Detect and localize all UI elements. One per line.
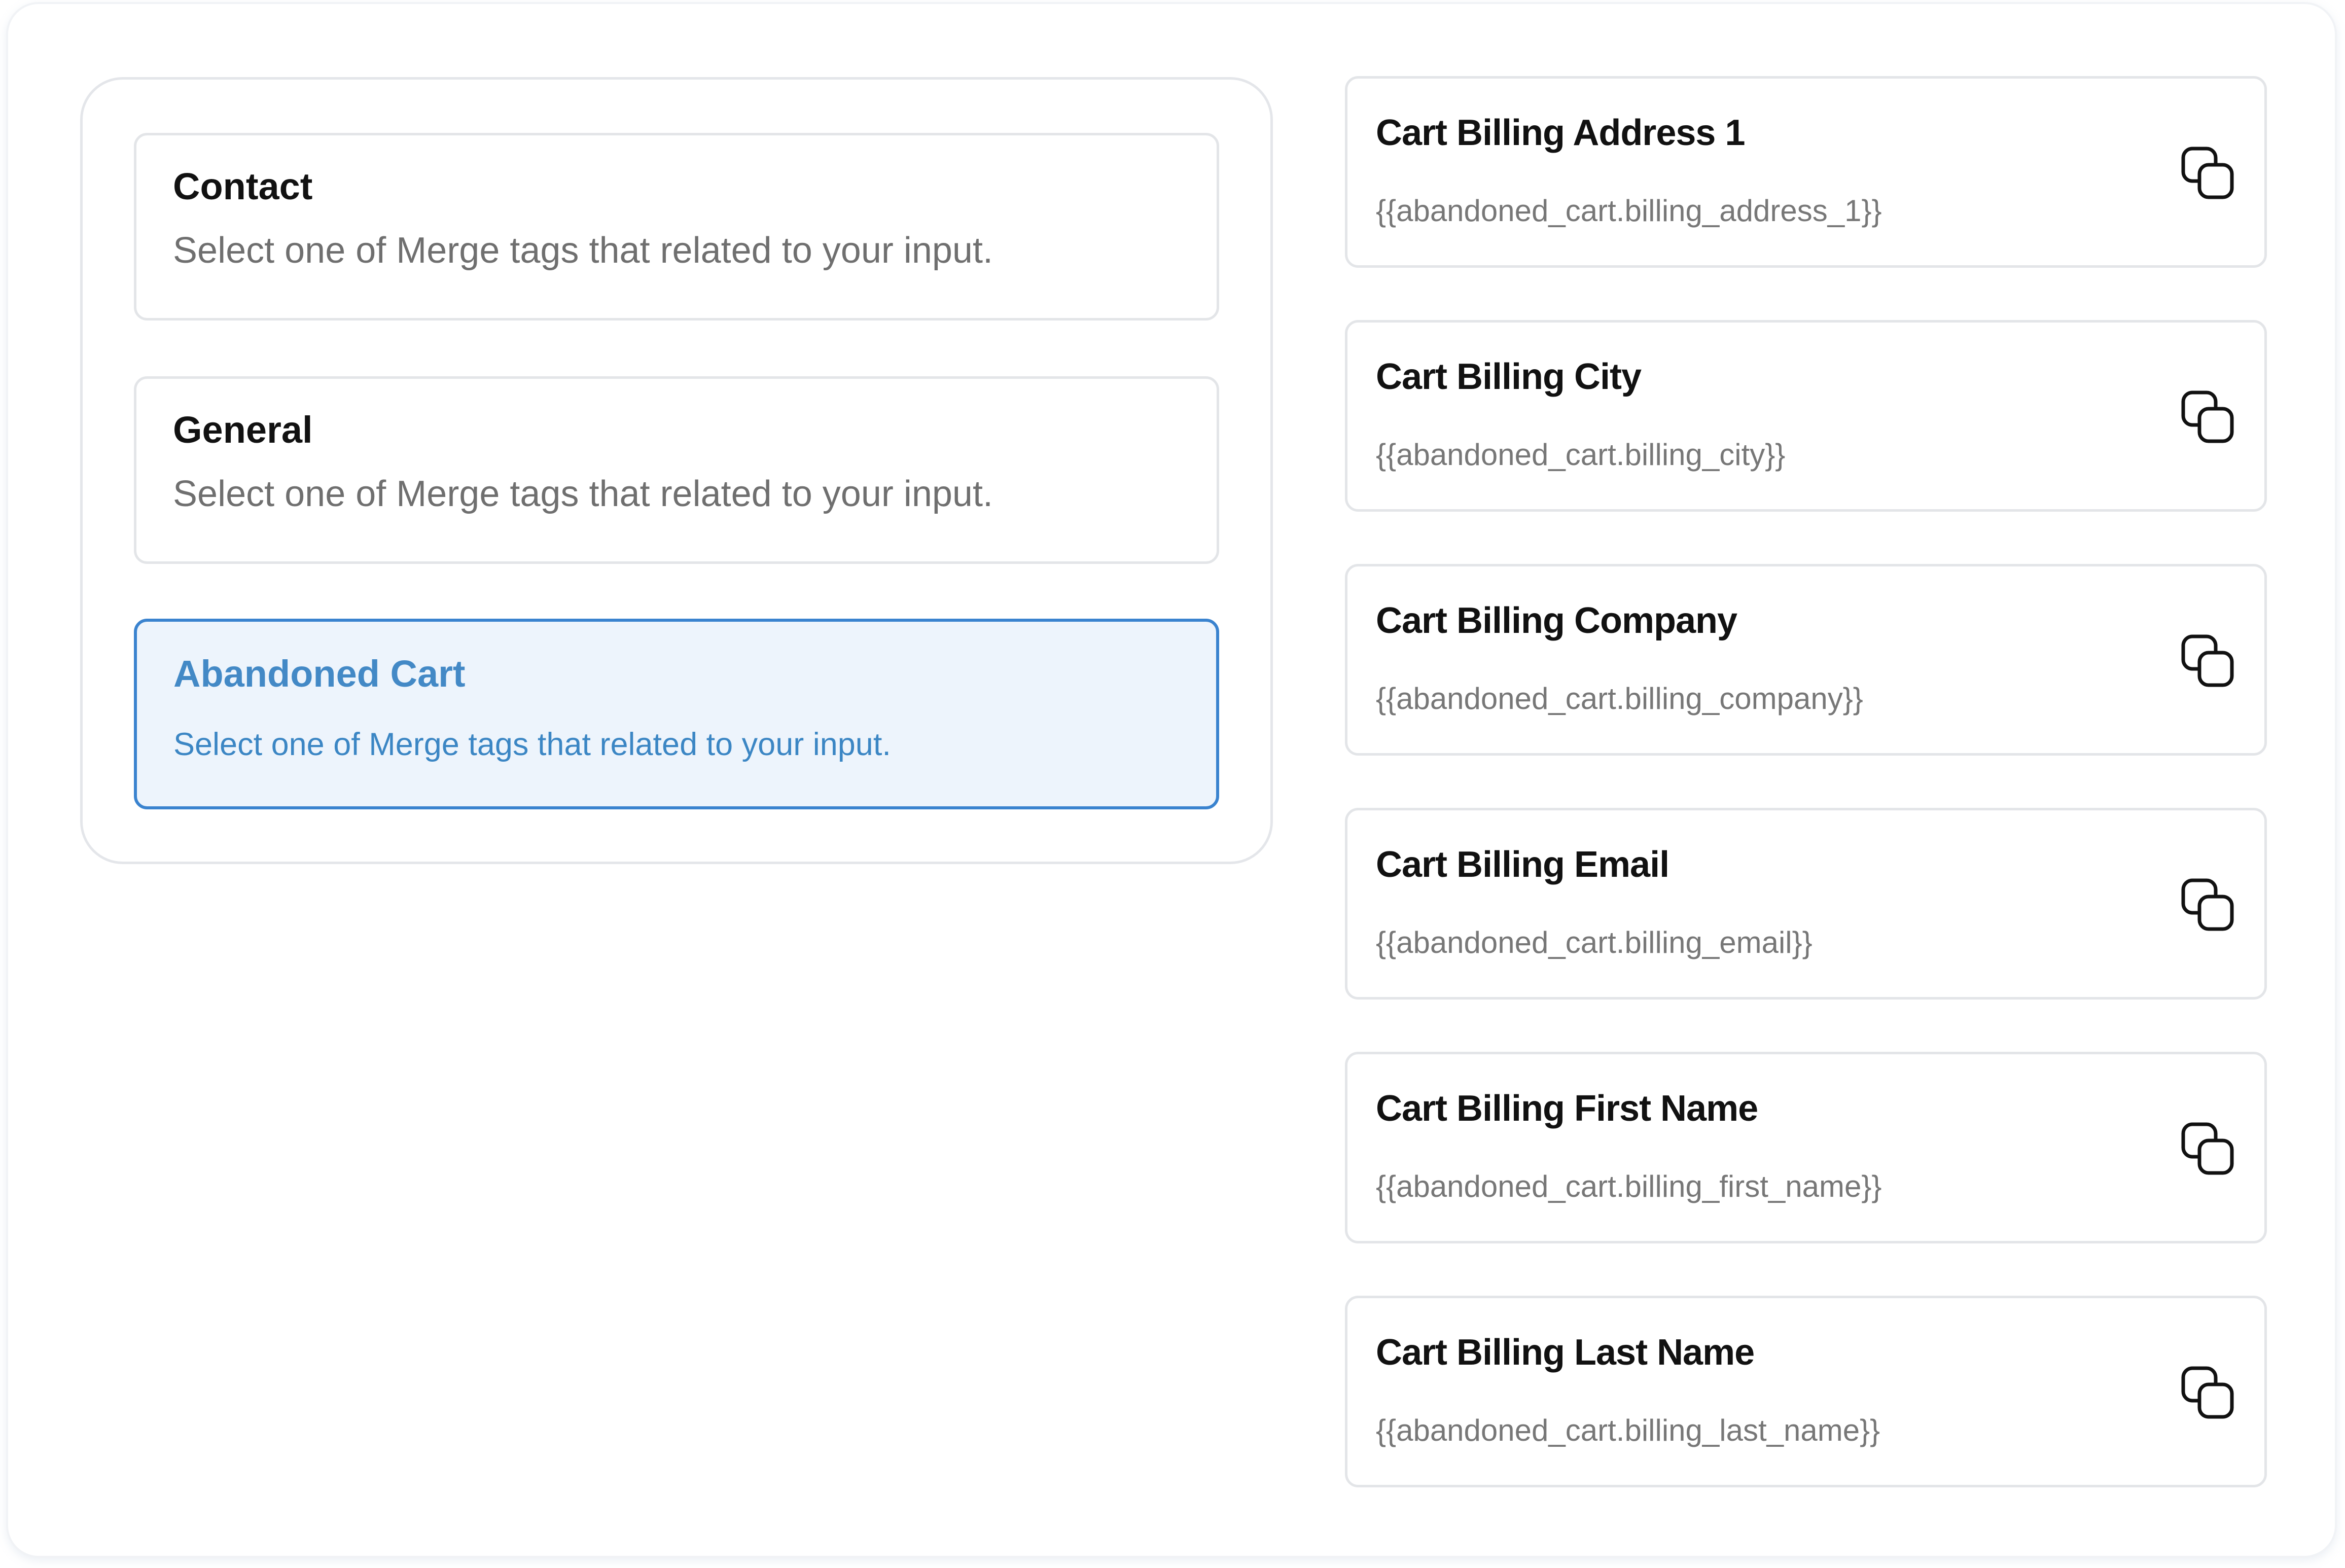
merge-tag-code: {{abandoned_cart.billing_email}} — [1376, 925, 1813, 959]
merge-tag-title: Cart Billing Last Name — [1376, 1332, 1755, 1373]
merge-tag-billing-last-name[interactable]: Cart Billing Last Name {{abandoned_cart.… — [1345, 1296, 2267, 1487]
merge-tag-code: {{abandoned_cart.billing_last_name}} — [1376, 1413, 1880, 1447]
category-title: Abandoned Cart — [173, 653, 466, 695]
copy-icon[interactable] — [2180, 1365, 2235, 1420]
merge-tag-title: Cart Billing Email — [1376, 844, 1669, 885]
category-contact[interactable]: Contact Select one of Merge tags that re… — [134, 133, 1219, 320]
merge-tag-billing-first-name[interactable]: Cart Billing First Name {{abandoned_cart… — [1345, 1052, 2267, 1243]
category-title: General — [173, 409, 313, 451]
copy-icon[interactable] — [2180, 389, 2235, 444]
category-abandoned-cart[interactable]: Abandoned Cart Select one of Merge tags … — [134, 619, 1219, 809]
merge-tag-title: Cart Billing Address 1 — [1376, 113, 1745, 153]
category-title: Contact — [173, 165, 313, 207]
merge-tag-code: {{abandoned_cart.billing_first_name}} — [1376, 1169, 1882, 1203]
category-description: Select one of Merge tags that related to… — [173, 727, 891, 762]
category-description: Select one of Merge tags that related to… — [173, 230, 993, 271]
merge-tag-code: {{abandoned_cart.billing_company}} — [1376, 682, 1863, 716]
category-general[interactable]: General Select one of Merge tags that re… — [134, 376, 1219, 564]
merge-tag-billing-email[interactable]: Cart Billing Email {{abandoned_cart.bill… — [1345, 808, 2267, 1000]
merge-tag-title: Cart Billing Company — [1376, 600, 1737, 641]
merge-tag-billing-city[interactable]: Cart Billing City {{abandoned_cart.billi… — [1345, 320, 2267, 512]
merge-tag-billing-company[interactable]: Cart Billing Company {{abandoned_cart.bi… — [1345, 564, 2267, 756]
merge-tag-code: {{abandoned_cart.billing_address_1}} — [1376, 194, 1882, 228]
copy-icon[interactable] — [2180, 146, 2235, 200]
merge-tag-title: Cart Billing First Name — [1376, 1088, 1758, 1129]
copy-icon[interactable] — [2180, 1121, 2235, 1176]
copy-icon[interactable] — [2180, 633, 2235, 688]
copy-icon[interactable] — [2180, 877, 2235, 932]
merge-tag-code: {{abandoned_cart.billing_city}} — [1376, 438, 1786, 472]
category-description: Select one of Merge tags that related to… — [173, 474, 993, 514]
merge-tag-title: Cart Billing City — [1376, 357, 1642, 397]
merge-tag-billing-address-1[interactable]: Cart Billing Address 1 {{abandoned_cart.… — [1345, 76, 2267, 268]
